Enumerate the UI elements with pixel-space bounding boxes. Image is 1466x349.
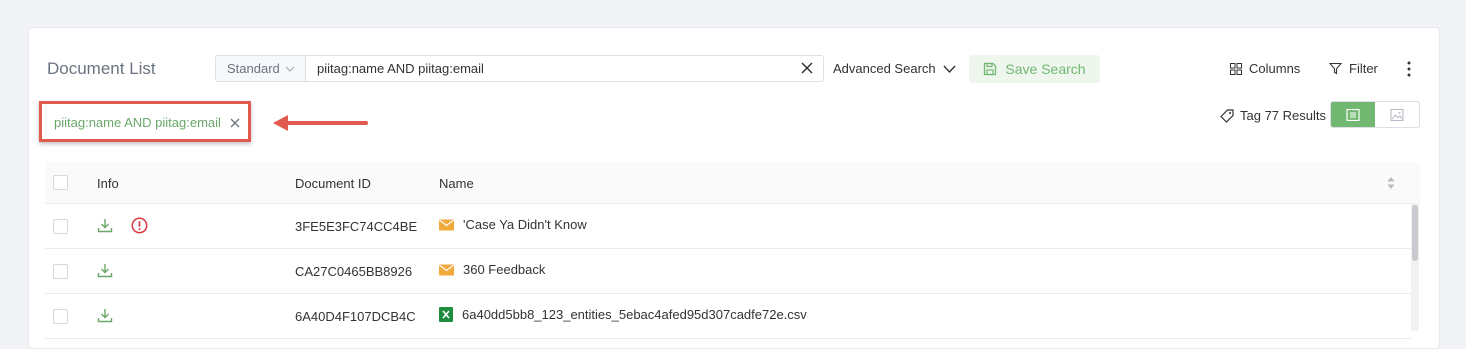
document-name: 6a40dd5bb8_123_entities_5ebac4afed95d307… [462,307,807,322]
document-name: 'Case Ya Didn't Know [463,217,587,232]
column-header-name[interactable]: Name [439,176,474,191]
column-header-document-id[interactable]: Document ID [295,176,371,191]
results-count: Tag 77 Results [1220,108,1326,123]
search-mode-select[interactable]: Standard [215,55,305,82]
image-view-icon [1390,108,1404,121]
page-title: Document List [47,59,156,78]
document-id: 3FE5E3FC74CC4BE [295,219,418,234]
excel-file-icon [439,307,453,322]
view-toggle [1330,101,1420,128]
row-checkbox[interactable] [53,264,68,279]
chevron-down-icon [943,65,956,73]
table-header: Info Document ID Name [45,162,1420,204]
advanced-search-label: Advanced Search [833,61,936,76]
sort-icon[interactable] [1387,176,1395,190]
document-id: CA27C0465BB8926 [295,264,413,279]
results-label: Tag 77 Results [1240,108,1326,123]
save-search-label: Save Search [1005,61,1086,77]
chevron-down-icon [285,66,295,72]
column-header-info[interactable]: Info [97,176,119,191]
scrollbar-thumb[interactable] [1412,205,1418,261]
download-icon[interactable] [97,308,113,323]
list-view-icon [1346,108,1360,121]
row-checkbox[interactable] [53,219,68,234]
list-view-button[interactable] [1331,102,1375,127]
clear-search-icon[interactable] [800,61,814,75]
save-icon [984,62,997,76]
filter-icon [1329,62,1342,75]
search-input[interactable] [305,55,824,82]
document-name-cell[interactable]: 6a40dd5bb8_123_entities_5ebac4afed95d307… [439,307,807,322]
download-icon[interactable] [97,218,113,233]
document-name-cell[interactable]: 'Case Ya Didn't Know [439,217,587,232]
active-tag-label: piitag:name AND piitag:email [54,115,221,130]
annotation-arrow [273,115,368,131]
table-row[interactable]: 3FE5E3FC74CC4BE 'Case Ya Didn't Know [45,204,1411,249]
table-row[interactable]: 6A40D4F107DCB4C 6a40dd5bb8_123_entities_… [45,294,1411,339]
remove-tag-icon[interactable] [230,118,240,128]
search-mode-label: Standard [227,61,280,76]
row-checkbox[interactable] [53,309,68,324]
advanced-search-button[interactable]: Advanced Search [833,61,956,76]
warning-circle-icon [131,217,148,234]
image-view-button[interactable] [1375,102,1419,127]
grid-icon [1230,62,1242,75]
active-tag-chip[interactable]: piitag:name AND piitag:email [54,115,240,130]
envelope-icon [439,264,454,275]
columns-button[interactable]: Columns [1230,61,1300,76]
document-name-cell[interactable]: 360 Feedback [439,262,545,277]
document-name: 360 Feedback [463,262,546,277]
document-id: 6A40D4F107DCB4C [295,309,416,324]
filter-label: Filter [1349,61,1378,76]
tag-icon [1220,108,1234,123]
download-icon[interactable] [97,263,113,278]
filter-button[interactable]: Filter [1329,61,1378,76]
more-options-icon[interactable] [1403,60,1415,78]
envelope-icon [439,219,454,230]
select-all-checkbox[interactable] [53,175,68,190]
save-search-button[interactable]: Save Search [969,55,1100,83]
columns-label: Columns [1249,61,1301,76]
table-row[interactable]: CA27C0465BB8926 360 Feedback [45,249,1411,294]
